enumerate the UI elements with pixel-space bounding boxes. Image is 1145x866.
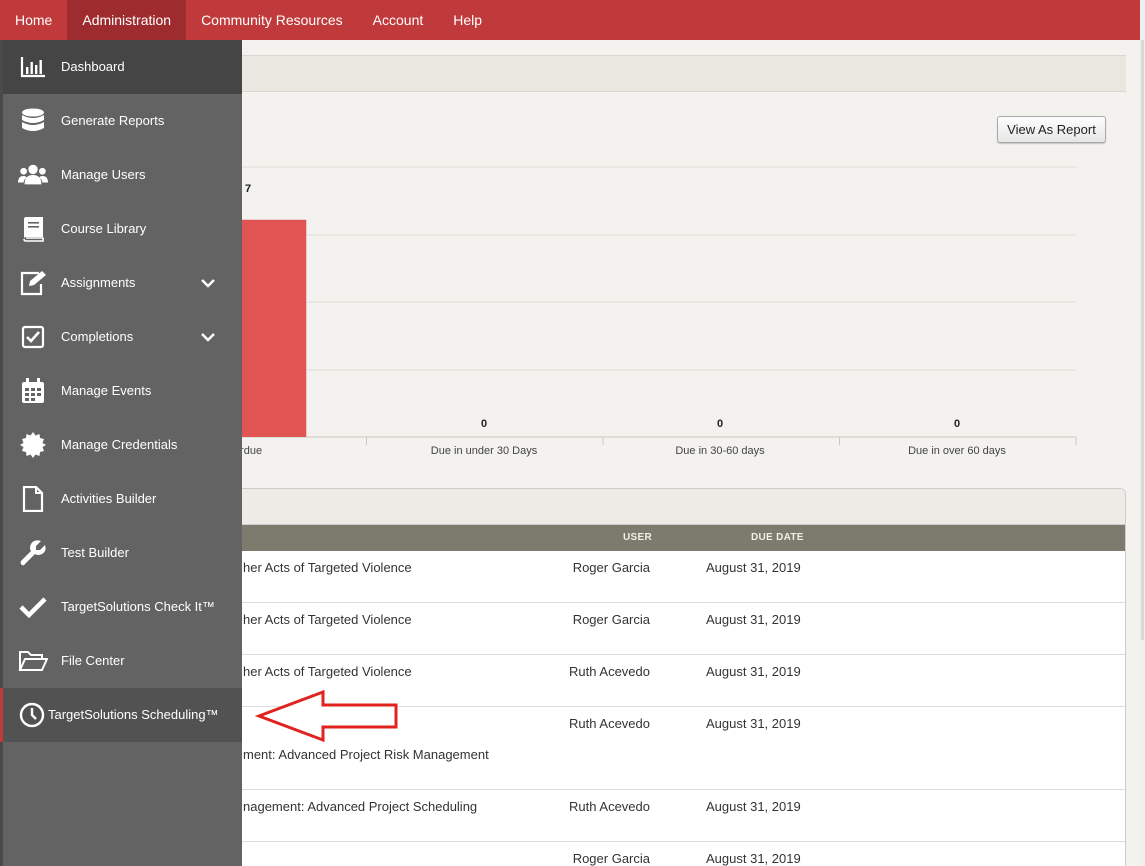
- row-user: Roger Garcia: [572, 612, 650, 627]
- nav-home[interactable]: Home: [0, 0, 67, 40]
- sidebar-item-label: Assignments: [61, 275, 136, 290]
- sidebar-item-assignments[interactable]: Assignments: [3, 256, 242, 310]
- sidebar-item-completions[interactable]: Completions: [3, 310, 242, 364]
- sidebar-item-scheduling[interactable]: TargetSolutions Scheduling™: [0, 688, 242, 742]
- admin-sidebar-menu: Dashboard Generate Reports Manage Users …: [0, 40, 242, 866]
- sidebar-item-activities-builder[interactable]: Activities Builder: [3, 472, 242, 526]
- row-due-date: August 31, 2019: [706, 612, 801, 627]
- row-due-date: August 31, 2019: [706, 851, 801, 866]
- edit-icon: [18, 269, 48, 297]
- bar-chart-icon: [18, 53, 48, 81]
- row-due-date: August 31, 2019: [706, 560, 801, 575]
- checkmark-icon: [18, 593, 48, 621]
- row-user: Ruth Acevedo: [569, 716, 650, 731]
- sidebar-item-check-it[interactable]: TargetSolutions Check It™: [3, 580, 242, 634]
- bar-value-30-60: 0: [716, 418, 724, 430]
- sidebar-item-manage-credentials[interactable]: Manage Credentials: [3, 418, 242, 472]
- sidebar-item-dashboard[interactable]: Dashboard: [3, 40, 242, 94]
- sidebar-item-label: Activities Builder: [61, 491, 157, 506]
- column-user[interactable]: USER: [623, 532, 652, 543]
- row-due-date: August 31, 2019: [706, 716, 801, 731]
- sidebar-item-label: Manage Users: [61, 167, 146, 182]
- users-icon: [18, 161, 48, 189]
- page-scrollbar[interactable]: [1140, 0, 1145, 866]
- row-course[interactable]: her Acts of Targeted Violence: [243, 664, 412, 679]
- sidebar-item-course-library[interactable]: Course Library: [3, 202, 242, 256]
- bar-value-over-60: 0: [953, 418, 961, 430]
- row-user: Ruth Acevedo: [569, 799, 650, 814]
- database-icon: [18, 107, 48, 135]
- row-course-line2[interactable]: ment: Advanced Project Risk Management: [243, 747, 489, 762]
- top-navigation: Home Administration Community Resources …: [0, 0, 1140, 40]
- sidebar-item-manage-events[interactable]: Manage Events: [3, 364, 242, 418]
- bar-value-under-30: 0: [480, 418, 488, 430]
- row-course[interactable]: her Acts of Targeted Violence: [243, 612, 412, 627]
- book-icon: [18, 215, 48, 243]
- sidebar-item-manage-users[interactable]: Manage Users: [3, 148, 242, 202]
- nav-community-resources[interactable]: Community Resources: [186, 0, 358, 40]
- row-course[interactable]: her Acts of Targeted Violence: [243, 560, 412, 575]
- x-label-over-60: Due in over 60 days: [908, 445, 1006, 457]
- row-due-date: August 31, 2019: [706, 664, 801, 679]
- sidebar-item-label: TargetSolutions Scheduling™: [48, 707, 219, 722]
- nav-account[interactable]: Account: [358, 0, 439, 40]
- row-user: Roger Garcia: [572, 560, 650, 575]
- column-due-date[interactable]: DUE DATE: [751, 532, 804, 543]
- sidebar-item-label: Manage Events: [61, 383, 152, 398]
- annotation-arrow-icon: [255, 689, 398, 743]
- badge-icon: [18, 431, 48, 459]
- sidebar-item-label: Generate Reports: [61, 113, 165, 128]
- sidebar-item-generate-reports[interactable]: Generate Reports: [3, 94, 242, 148]
- row-user: Roger Garcia: [572, 851, 650, 866]
- chevron-down-icon[interactable]: [199, 328, 217, 346]
- row-due-date: August 31, 2019: [706, 799, 801, 814]
- wrench-icon: [18, 539, 48, 567]
- nav-help[interactable]: Help: [438, 0, 497, 40]
- view-as-report-button[interactable]: View As Report: [997, 116, 1106, 143]
- sidebar-item-label: TargetSolutions Check It™: [61, 599, 215, 614]
- checkbox-icon: [18, 323, 48, 351]
- sidebar-item-label: Test Builder: [61, 545, 129, 560]
- chevron-down-icon[interactable]: [199, 274, 217, 292]
- calendar-icon: [18, 377, 48, 405]
- sidebar-item-test-builder[interactable]: Test Builder: [3, 526, 242, 580]
- scrollbar-thumb[interactable]: [1141, 40, 1144, 640]
- breadcrumb-bar: [242, 55, 1126, 92]
- row-user: Ruth Acevedo: [569, 664, 650, 679]
- sidebar-item-label: Manage Credentials: [61, 437, 178, 452]
- file-icon: [18, 485, 48, 513]
- sidebar-item-file-center[interactable]: File Center: [3, 634, 242, 688]
- x-label-30-60: Due in 30-60 days: [675, 445, 765, 457]
- sidebar-item-label: Completions: [61, 329, 134, 344]
- row-course[interactable]: nagement: Advanced Project Scheduling: [243, 799, 477, 814]
- clock-icon: [17, 701, 47, 729]
- sidebar-item-label: Course Library: [61, 221, 147, 236]
- x-label-under-30: Due in under 30 Days: [430, 445, 538, 457]
- sidebar-item-label: Dashboard: [61, 59, 125, 74]
- nav-administration[interactable]: Administration: [67, 0, 187, 40]
- sidebar-item-label: File Center: [61, 653, 125, 668]
- folder-icon: [18, 647, 48, 675]
